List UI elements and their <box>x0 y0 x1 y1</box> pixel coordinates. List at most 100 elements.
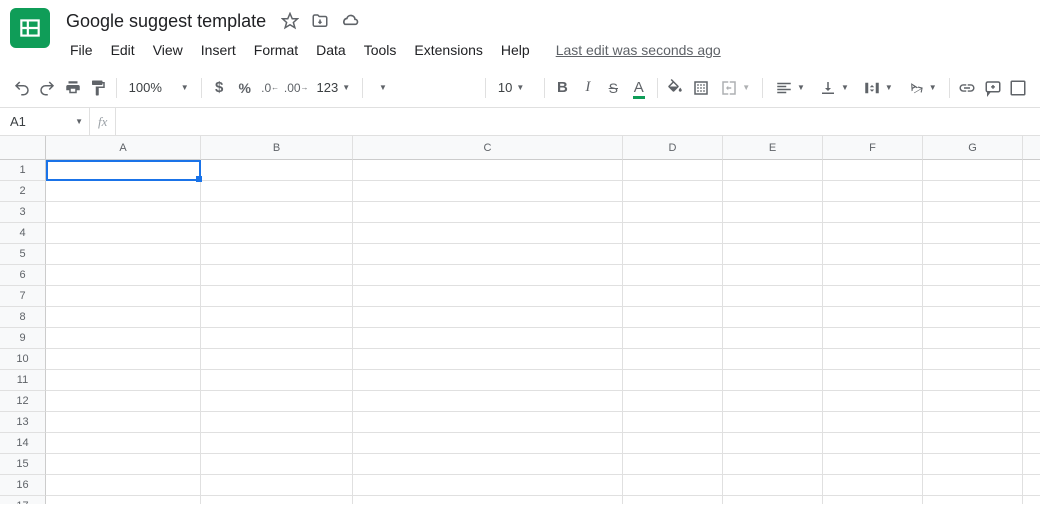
cell[interactable] <box>1023 328 1040 349</box>
cell[interactable] <box>623 244 723 265</box>
cell[interactable] <box>623 328 723 349</box>
menu-insert[interactable]: Insert <box>193 38 244 62</box>
more-formats-dropdown[interactable]: 123▼ <box>311 74 357 102</box>
cell[interactable] <box>623 286 723 307</box>
cell[interactable] <box>823 223 923 244</box>
cell[interactable] <box>46 454 201 475</box>
cell[interactable] <box>723 349 823 370</box>
currency-button[interactable]: $ <box>208 74 231 102</box>
cell[interactable] <box>623 370 723 391</box>
cell[interactable] <box>201 391 353 412</box>
cell[interactable] <box>923 244 1023 265</box>
cell[interactable] <box>823 391 923 412</box>
text-color-button[interactable]: A <box>627 74 650 102</box>
cell[interactable] <box>201 265 353 286</box>
cell[interactable] <box>1023 496 1040 504</box>
cell[interactable] <box>353 286 623 307</box>
row-header[interactable]: 2 <box>0 181 46 202</box>
cell[interactable] <box>353 328 623 349</box>
cell[interactable] <box>46 160 201 181</box>
undo-button[interactable] <box>10 74 33 102</box>
redo-button[interactable] <box>35 74 58 102</box>
row-header[interactable]: 13 <box>0 412 46 433</box>
cell[interactable] <box>353 496 623 504</box>
cell[interactable] <box>823 244 923 265</box>
cell[interactable] <box>1023 202 1040 223</box>
cell[interactable] <box>923 391 1023 412</box>
cell[interactable] <box>923 412 1023 433</box>
cell[interactable] <box>46 181 201 202</box>
cell[interactable] <box>1023 454 1040 475</box>
cell[interactable] <box>723 496 823 504</box>
merge-cells-dropdown[interactable]: ▼ <box>714 74 756 102</box>
insert-comment-button[interactable] <box>981 74 1004 102</box>
cell[interactable] <box>353 454 623 475</box>
cell[interactable] <box>353 265 623 286</box>
cell[interactable] <box>1023 160 1040 181</box>
sheets-logo[interactable] <box>10 8 50 48</box>
cell[interactable] <box>353 475 623 496</box>
cell[interactable] <box>923 223 1023 244</box>
cell[interactable] <box>723 370 823 391</box>
cell[interactable] <box>823 265 923 286</box>
print-button[interactable] <box>61 74 84 102</box>
cell[interactable] <box>723 202 823 223</box>
font-dropdown[interactable]: ▼ <box>369 74 479 102</box>
cell[interactable] <box>823 454 923 475</box>
cell[interactable] <box>201 181 353 202</box>
cell[interactable] <box>823 328 923 349</box>
cell[interactable] <box>723 454 823 475</box>
cell[interactable] <box>623 160 723 181</box>
cell[interactable] <box>353 244 623 265</box>
cell[interactable] <box>923 475 1023 496</box>
row-header[interactable]: 5 <box>0 244 46 265</box>
cell[interactable] <box>823 475 923 496</box>
cell[interactable] <box>201 307 353 328</box>
column-header[interactable]: F <box>823 136 923 160</box>
fill-color-button[interactable] <box>663 74 686 102</box>
row-header[interactable]: 3 <box>0 202 46 223</box>
cell[interactable] <box>46 307 201 328</box>
paint-format-button[interactable] <box>86 74 109 102</box>
cell[interactable] <box>46 433 201 454</box>
row-header[interactable]: 15 <box>0 454 46 475</box>
horizontal-align-dropdown[interactable]: ▼ <box>769 74 811 102</box>
cell[interactable] <box>46 265 201 286</box>
row-header[interactable]: 7 <box>0 286 46 307</box>
document-title[interactable]: Google suggest template <box>62 9 270 34</box>
cell[interactable] <box>923 265 1023 286</box>
cell[interactable] <box>923 328 1023 349</box>
zoom-dropdown[interactable]: 100%▼ <box>123 74 195 102</box>
name-box[interactable]: A1 ▼ <box>0 108 90 135</box>
cell[interactable] <box>723 475 823 496</box>
row-header[interactable]: 10 <box>0 349 46 370</box>
cell[interactable] <box>201 286 353 307</box>
cell[interactable] <box>723 223 823 244</box>
cell[interactable] <box>723 265 823 286</box>
borders-button[interactable] <box>689 74 712 102</box>
row-header[interactable]: 12 <box>0 391 46 412</box>
cell[interactable] <box>353 370 623 391</box>
decrease-decimal-button[interactable]: .0← <box>258 74 281 102</box>
cell[interactable] <box>1023 412 1040 433</box>
cell[interactable] <box>923 181 1023 202</box>
cell[interactable] <box>1023 349 1040 370</box>
cell[interactable] <box>823 286 923 307</box>
cell[interactable] <box>201 202 353 223</box>
cell[interactable] <box>823 496 923 504</box>
cell[interactable] <box>1023 244 1040 265</box>
cell[interactable] <box>46 349 201 370</box>
cell[interactable] <box>723 286 823 307</box>
cell[interactable] <box>623 412 723 433</box>
cell[interactable] <box>46 391 201 412</box>
cell[interactable] <box>723 328 823 349</box>
menu-view[interactable]: View <box>145 38 191 62</box>
cell[interactable] <box>823 433 923 454</box>
cell[interactable] <box>923 160 1023 181</box>
cell[interactable] <box>923 307 1023 328</box>
cell[interactable] <box>201 160 353 181</box>
cell[interactable] <box>1023 181 1040 202</box>
column-header[interactable] <box>1023 136 1040 160</box>
cell[interactable] <box>723 433 823 454</box>
menu-tools[interactable]: Tools <box>356 38 405 62</box>
